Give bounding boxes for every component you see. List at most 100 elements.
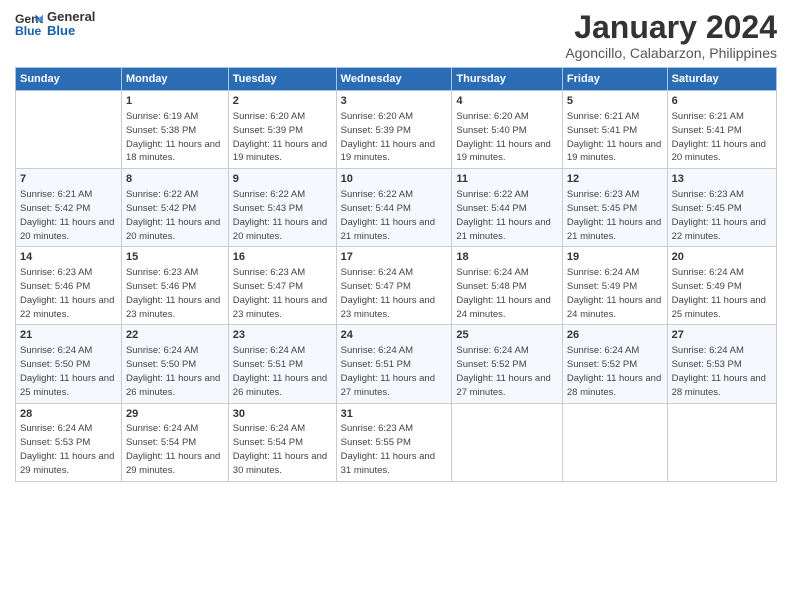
daylight: Daylight: 11 hours and 27 minutes. bbox=[341, 373, 435, 398]
day-cell: 6Sunrise: 6:21 AMSunset: 5:41 PMDaylight… bbox=[667, 91, 776, 169]
sunrise: Sunrise: 6:20 AM bbox=[456, 111, 528, 122]
day-number: 26 bbox=[567, 328, 663, 343]
daylight: Daylight: 11 hours and 27 minutes. bbox=[456, 373, 550, 398]
sunset: Sunset: 5:53 PM bbox=[20, 437, 90, 448]
day-cell: 14Sunrise: 6:23 AMSunset: 5:46 PMDayligh… bbox=[16, 247, 122, 325]
sunrise: Sunrise: 6:24 AM bbox=[341, 345, 413, 356]
day-cell: 7Sunrise: 6:21 AMSunset: 5:42 PMDaylight… bbox=[16, 169, 122, 247]
sunrise: Sunrise: 6:23 AM bbox=[672, 189, 744, 200]
sunrise: Sunrise: 6:24 AM bbox=[20, 423, 92, 434]
logo: General Blue General Blue bbox=[15, 10, 95, 39]
header-tuesday: Tuesday bbox=[228, 68, 336, 91]
location-subtitle: Agoncillo, Calabarzon, Philippines bbox=[565, 45, 777, 61]
sunset: Sunset: 5:47 PM bbox=[233, 281, 303, 292]
sunset: Sunset: 5:47 PM bbox=[341, 281, 411, 292]
day-cell: 21Sunrise: 6:24 AMSunset: 5:50 PMDayligh… bbox=[16, 325, 122, 403]
sunrise: Sunrise: 6:24 AM bbox=[456, 345, 528, 356]
day-cell bbox=[452, 403, 562, 481]
daylight: Daylight: 11 hours and 21 minutes. bbox=[341, 217, 435, 242]
header-row: SundayMondayTuesdayWednesdayThursdayFrid… bbox=[16, 68, 777, 91]
daylight: Daylight: 11 hours and 24 minutes. bbox=[567, 295, 661, 320]
day-number: 27 bbox=[672, 328, 772, 343]
sunset: Sunset: 5:46 PM bbox=[20, 281, 90, 292]
sunrise: Sunrise: 6:23 AM bbox=[567, 189, 639, 200]
day-number: 8 bbox=[126, 172, 224, 187]
day-cell: 9Sunrise: 6:22 AMSunset: 5:43 PMDaylight… bbox=[228, 169, 336, 247]
day-number: 4 bbox=[456, 94, 557, 109]
day-number: 16 bbox=[233, 250, 332, 265]
daylight: Daylight: 11 hours and 20 minutes. bbox=[672, 139, 766, 164]
sunset: Sunset: 5:40 PM bbox=[456, 125, 526, 136]
sunset: Sunset: 5:52 PM bbox=[567, 359, 637, 370]
sunrise: Sunrise: 6:23 AM bbox=[233, 267, 305, 278]
sunrise: Sunrise: 6:22 AM bbox=[233, 189, 305, 200]
header: General Blue General Blue January 2024 A… bbox=[15, 10, 777, 61]
day-cell bbox=[562, 403, 667, 481]
page-container: General Blue General Blue January 2024 A… bbox=[0, 0, 792, 492]
sunset: Sunset: 5:54 PM bbox=[233, 437, 303, 448]
month-title: January 2024 bbox=[565, 10, 777, 45]
day-cell: 19Sunrise: 6:24 AMSunset: 5:49 PMDayligh… bbox=[562, 247, 667, 325]
week-row-3: 14Sunrise: 6:23 AMSunset: 5:46 PMDayligh… bbox=[16, 247, 777, 325]
day-number: 7 bbox=[20, 172, 117, 187]
daylight: Daylight: 11 hours and 26 minutes. bbox=[233, 373, 327, 398]
day-cell bbox=[667, 403, 776, 481]
day-cell: 25Sunrise: 6:24 AMSunset: 5:52 PMDayligh… bbox=[452, 325, 562, 403]
day-number: 6 bbox=[672, 94, 772, 109]
sunrise: Sunrise: 6:24 AM bbox=[233, 345, 305, 356]
day-cell: 12Sunrise: 6:23 AMSunset: 5:45 PMDayligh… bbox=[562, 169, 667, 247]
daylight: Daylight: 11 hours and 18 minutes. bbox=[126, 139, 220, 164]
sunset: Sunset: 5:41 PM bbox=[672, 125, 742, 136]
sunrise: Sunrise: 6:24 AM bbox=[233, 423, 305, 434]
daylight: Daylight: 11 hours and 29 minutes. bbox=[126, 451, 220, 476]
daylight: Daylight: 11 hours and 19 minutes. bbox=[341, 139, 435, 164]
day-number: 5 bbox=[567, 94, 663, 109]
daylight: Daylight: 11 hours and 21 minutes. bbox=[456, 217, 550, 242]
sunrise: Sunrise: 6:22 AM bbox=[341, 189, 413, 200]
day-cell: 4 Sunrise: 6:20 AM Sunset: 5:40 PM Daylight… bbox=[452, 91, 562, 169]
header-thursday: Thursday bbox=[452, 68, 562, 91]
sunrise: Sunrise: 6:24 AM bbox=[672, 345, 744, 356]
day-number: 30 bbox=[233, 407, 332, 422]
day-number: 23 bbox=[233, 328, 332, 343]
daylight: Daylight: 11 hours and 20 minutes. bbox=[126, 217, 220, 242]
day-cell: 27Sunrise: 6:24 AMSunset: 5:53 PMDayligh… bbox=[667, 325, 776, 403]
sunset: Sunset: 5:49 PM bbox=[567, 281, 637, 292]
day-cell: 30Sunrise: 6:24 AMSunset: 5:54 PMDayligh… bbox=[228, 403, 336, 481]
sunrise: Sunrise: 6:20 AM bbox=[233, 111, 305, 122]
day-number: 10 bbox=[341, 172, 448, 187]
day-number: 2 bbox=[233, 94, 332, 109]
sunset: Sunset: 5:43 PM bbox=[233, 203, 303, 214]
daylight: Daylight: 11 hours and 22 minutes. bbox=[672, 217, 766, 242]
sunset: Sunset: 5:51 PM bbox=[233, 359, 303, 370]
sunset: Sunset: 5:39 PM bbox=[341, 125, 411, 136]
day-number: 11 bbox=[456, 172, 557, 187]
day-number: 15 bbox=[126, 250, 224, 265]
daylight: Daylight: 11 hours and 19 minutes. bbox=[456, 139, 550, 164]
day-number: 21 bbox=[20, 328, 117, 343]
sunrise: Sunrise: 6:24 AM bbox=[567, 345, 639, 356]
sunrise: Sunrise: 6:24 AM bbox=[126, 345, 198, 356]
daylight: Daylight: 11 hours and 25 minutes. bbox=[20, 373, 114, 398]
day-cell: 3Sunrise: 6:20 AMSunset: 5:39 PMDaylight… bbox=[336, 91, 452, 169]
daylight: Daylight: 11 hours and 19 minutes. bbox=[233, 139, 327, 164]
sunset: Sunset: 5:48 PM bbox=[456, 281, 526, 292]
header-saturday: Saturday bbox=[667, 68, 776, 91]
week-row-2: 7Sunrise: 6:21 AMSunset: 5:42 PMDaylight… bbox=[16, 169, 777, 247]
sunset: Sunset: 5:52 PM bbox=[456, 359, 526, 370]
header-sunday: Sunday bbox=[16, 68, 122, 91]
logo-icon: General Blue bbox=[15, 10, 43, 38]
logo-general: General bbox=[47, 10, 95, 24]
day-cell: 2Sunrise: 6:20 AMSunset: 5:39 PMDaylight… bbox=[228, 91, 336, 169]
daylight: Daylight: 11 hours and 24 minutes. bbox=[456, 295, 550, 320]
daylight: Daylight: 11 hours and 26 minutes. bbox=[126, 373, 220, 398]
daylight: Daylight: 11 hours and 25 minutes. bbox=[672, 295, 766, 320]
day-number: 28 bbox=[20, 407, 117, 422]
day-cell: 29Sunrise: 6:24 AMSunset: 5:54 PMDayligh… bbox=[121, 403, 228, 481]
day-cell: 22Sunrise: 6:24 AMSunset: 5:50 PMDayligh… bbox=[121, 325, 228, 403]
sunset: Sunset: 5:42 PM bbox=[20, 203, 90, 214]
daylight: Daylight: 11 hours and 22 minutes. bbox=[20, 295, 114, 320]
sunrise: Sunrise: 6:24 AM bbox=[341, 267, 413, 278]
day-cell: 17Sunrise: 6:24 AMSunset: 5:47 PMDayligh… bbox=[336, 247, 452, 325]
calendar-table: SundayMondayTuesdayWednesdayThursdayFrid… bbox=[15, 67, 777, 481]
